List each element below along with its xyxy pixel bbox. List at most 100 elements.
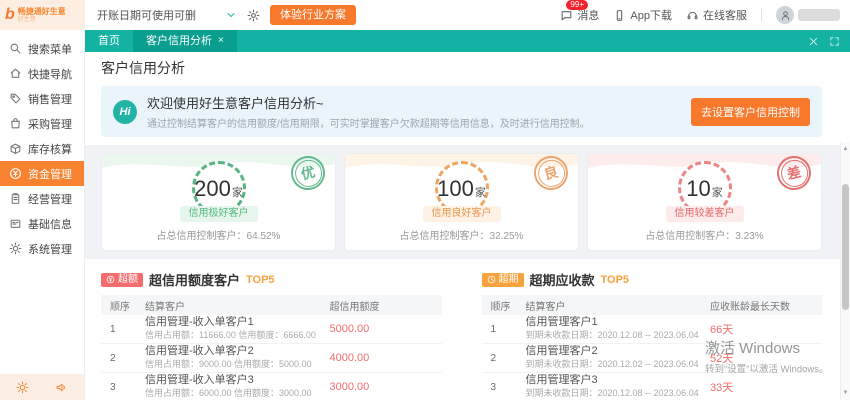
bag-icon (11, 118, 20, 129)
sidebar-item-purchase[interactable]: 采购管理 (0, 111, 84, 136)
main-area: 首页 客户信用分析 × 客户信用分析 Hi 欢迎使用好生意客户信用分析~ 通过控… (85, 30, 850, 400)
sidebar-item-search-menu[interactable]: 搜索菜单 (0, 36, 84, 61)
customer-count: 100 (437, 176, 474, 201)
headset-icon (687, 11, 698, 19)
table-row: 2 信用管理-收入单客户2 信用占用额：9000.00 信用额度：5000.00 … (101, 344, 442, 373)
vertical-scrollbar[interactable]: ▲ ▼ (840, 142, 850, 400)
search-icon (10, 43, 21, 54)
app-download-button[interactable]: App下载 (613, 7, 672, 23)
table-row: 1 信用管理-收入单客户1 信用占用额：11666.00 信用额度：6666.00… (101, 315, 442, 344)
tag-icon (10, 93, 21, 104)
ratio-label: 占总信用控制客户：3.23% (645, 231, 764, 242)
table-header: 顺序 结算客户 超信用额度 (101, 295, 442, 315)
sidebar-footer (0, 374, 84, 400)
user-avatar (776, 6, 794, 24)
table-row: 3 信用管理-收入单客户3 信用占用额：6000.00 信用额度：3000.00 … (101, 373, 442, 400)
credit-level-badge: 信用较差客户 (665, 206, 744, 222)
scroll-down-arrow[interactable]: ▼ (841, 388, 850, 398)
tables-row: 超额 超信用额度客户 TOP5 顺序 结算客户 超信用额度 1 信用管理-收入单… (85, 259, 850, 400)
card-poor-credit: 10 家 信用较差客户 占总信用控制客户：3.23% 差 (587, 153, 822, 251)
overdue-badge: 超期 (481, 272, 524, 287)
app-window: b 畅捷通好生意 好生意 开账日期可使用可删 体验行业方案 99+ 消息 App… (0, 0, 850, 400)
table-row: 2 信用管理客户2 到期未收款日期：2020.12.02 -- 2023.06.0… (481, 344, 822, 373)
phone-icon (617, 9, 623, 21)
sidebar-item-business[interactable]: 经营管理 (0, 186, 84, 211)
stat-cards-row: 200 家 信用极好客户 占总信用控制客户：64.52% 优 100 家 信用良好客… (85, 145, 850, 259)
welcome-banner: Hi 欢迎使用好生意客户信用分析~ 通过控制结算客户的信用额度/信用期限，可实时… (101, 86, 822, 137)
customer-count: 10 (686, 176, 711, 201)
ratio-label: 占总信用控制客户：64.52% (156, 231, 281, 242)
sidebar-item-label: 库存核算 (28, 143, 72, 156)
customer-count: 200 (194, 176, 231, 201)
tab-credit-analysis[interactable]: 客户信用分析 × (133, 30, 237, 52)
messages-button[interactable]: 99+ 消息 (560, 0, 599, 23)
overdue-receivables-table: 超期 超期应收款 TOP5 顺序 结算客户 应收账龄最长天数 1 信用管理客户1… (481, 263, 823, 400)
sidebar-item-quick-nav[interactable]: 快捷导航 (0, 61, 84, 86)
topbar-right: 99+ 消息 App下载 在线客服 (560, 0, 850, 24)
sidebar-item-inventory[interactable]: 库存核算 (0, 136, 84, 161)
sidebar-item-label: 系统管理 (28, 243, 72, 256)
brand-subtitle: 好生意 (17, 16, 36, 23)
sidebar-item-label: 搜索菜单 (28, 43, 72, 56)
sidebar-item-system[interactable]: 系统管理 (0, 236, 84, 261)
over-limit-table: 超额 超信用额度客户 TOP5 顺序 结算客户 超信用额度 1 信用管理-收入单… (101, 263, 442, 400)
person-icon (781, 10, 789, 20)
card-excellent-credit: 200 家 信用极好客户 占总信用控制客户：64.52% 优 (101, 153, 336, 251)
gear-icon (9, 242, 22, 255)
app-logo: b 畅捷通好生意 好生意 (0, 0, 85, 30)
clock-icon (487, 275, 495, 284)
sidebar-item-sales[interactable]: 销售管理 (0, 86, 84, 111)
credit-level-badge: 信用良好客户 (422, 206, 501, 222)
ratio-label: 占总信用控制客户：32.25% (399, 231, 524, 242)
table-header: 顺序 结算客户 应收账龄最长天数 (481, 295, 822, 315)
scrollbar-thumb[interactable] (842, 184, 849, 310)
trial-industry-plan-button[interactable]: 体验行业方案 (270, 5, 356, 25)
tops-label: TOP5 (600, 273, 630, 286)
table-row: 3 信用管理客户3 到期未收款日期：2020.12.08 -- 2023.06.0… (482, 373, 823, 400)
tops-label: TOP5 (246, 273, 275, 286)
coin-yen-icon (10, 168, 21, 179)
sidebar-item-label: 快捷导航 (28, 68, 72, 81)
banner-subtitle: 通过控制结算客户的信用额度/信用期限，可实时掌握客户欠款超期等信用信息，及时进行… (147, 119, 590, 130)
table-title: 超期应收款 (529, 273, 595, 288)
tab-bar: 首页 客户信用分析 × (85, 30, 850, 52)
user-menu[interactable] (776, 6, 840, 24)
setup-credit-control-button[interactable]: 去设置客户信用控制 (691, 97, 810, 126)
speaker-icon[interactable] (55, 381, 68, 394)
table-row: 1 信用管理客户1 到期未收款日期：2020.12.08 -- 2023.06.0… (481, 315, 822, 344)
sidebar-item-label: 经营管理 (28, 193, 72, 206)
messages-count-badge: 99+ (566, 0, 588, 10)
chevron-down-icon (227, 13, 235, 17)
tab-home[interactable]: 首页 (85, 30, 133, 52)
sidebar-item-funds[interactable]: 资金管理 (0, 161, 84, 186)
online-service-button[interactable]: 在线客服 (686, 7, 747, 23)
account-set-label: 开账日期可使用可删 (97, 10, 196, 22)
clipboard-icon (11, 193, 20, 204)
sidebar-item-label: 采购管理 (28, 118, 72, 131)
scroll-up-arrow[interactable]: ▲ (841, 144, 850, 154)
topbar: b 畅捷通好生意 好生意 开账日期可使用可删 体验行业方案 99+ 消息 App… (0, 0, 850, 30)
fullscreen-icon[interactable] (829, 36, 840, 47)
credit-level-badge: 信用极好客户 (179, 206, 258, 222)
coin-yen-icon (106, 275, 115, 284)
page-title: 客户信用分析 (85, 52, 850, 84)
sidebar: 搜索菜单 快捷导航 销售管理 采购管理 库存核算 资金管理 经营管理 基础信息 … (0, 30, 85, 400)
user-name-redacted (798, 9, 840, 21)
sidebar-item-label: 资金管理 (28, 168, 72, 181)
account-set-selector[interactable]: 开账日期可使用可删 (97, 7, 237, 23)
app-download-label: App下载 (630, 10, 672, 22)
id-card-icon (10, 219, 21, 228)
content-area: 客户信用分析 Hi 欢迎使用好生意客户信用分析~ 通过控制结算客户的信用额度/信… (85, 52, 850, 400)
sidebar-item-basic-info[interactable]: 基础信息 (0, 211, 84, 236)
settings-gear-icon[interactable] (247, 9, 260, 22)
banner-title: 欢迎使用好生意客户信用分析~ (147, 96, 324, 111)
sidebar-item-label: 基础信息 (28, 218, 72, 231)
topbar-divider (761, 8, 762, 22)
gear-icon[interactable] (16, 381, 29, 394)
close-all-tabs-icon[interactable] (808, 36, 819, 47)
card-good-credit: 100 家 信用良好客户 占总信用控制客户：32.25% 良 (344, 153, 579, 251)
brand-title: 畅捷通好生意 (17, 6, 66, 16)
tab-close-icon[interactable]: × (218, 36, 224, 46)
online-service-label: 在线客服 (703, 10, 747, 22)
message-bubble-icon (562, 10, 572, 20)
